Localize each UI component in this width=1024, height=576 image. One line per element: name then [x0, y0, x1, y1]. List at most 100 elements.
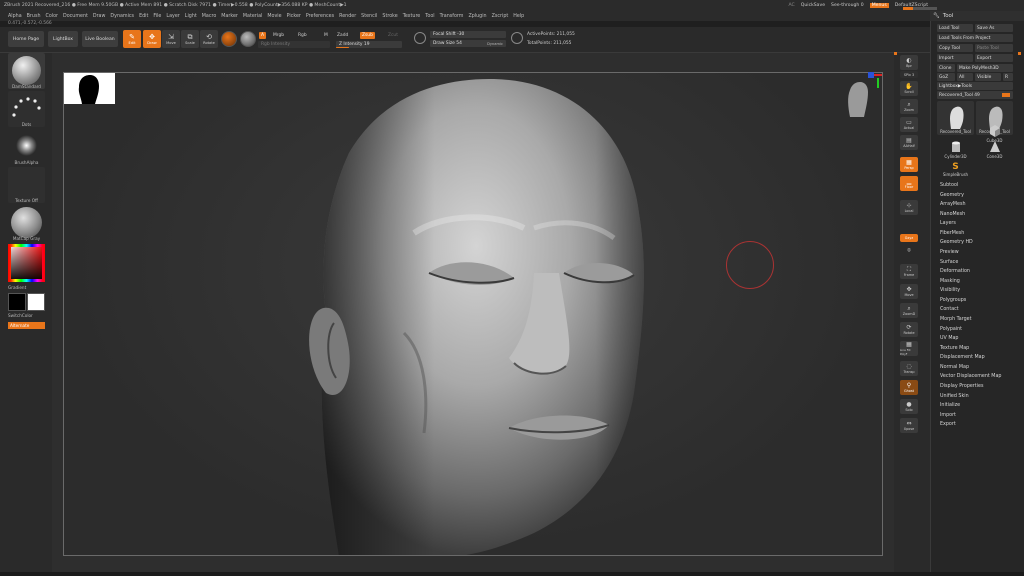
menu-movie[interactable]: Movie [267, 14, 281, 19]
menu-zscript[interactable]: Zscript [492, 14, 509, 19]
quicksave-button[interactable]: QuickSave [801, 3, 825, 8]
color-picker[interactable] [8, 244, 45, 282]
menu-file[interactable]: File [153, 14, 161, 19]
alternate-button[interactable]: Alternate [8, 322, 45, 329]
live-boolean-button[interactable]: Live Boolean [82, 31, 118, 47]
r-button[interactable]: R [1003, 73, 1013, 81]
menu-zplugin[interactable]: Zplugin [468, 14, 486, 19]
subpalette-fibermesh[interactable]: FiberMesh [940, 231, 964, 236]
panel-collapse-marker[interactable] [894, 52, 897, 55]
actual-button[interactable]: ▭ Actual [900, 117, 918, 132]
see-through-label[interactable]: See-through 0 [831, 3, 864, 8]
subpalette-vector-displacement-map[interactable]: Vector Displacement Map [940, 374, 1001, 379]
menu-brush[interactable]: Brush [27, 14, 41, 19]
copy-tool-button[interactable]: Copy Tool [937, 44, 973, 52]
switch-color-button[interactable]: SwitchColor [8, 313, 45, 318]
subpalette-uv-map[interactable]: UV Map [940, 336, 958, 341]
aahalf-button[interactable]: ▤ AAHalf [900, 135, 918, 150]
rotate-mode-button[interactable]: ⟲ Rotate [200, 30, 218, 48]
rgb-intensity-slider[interactable]: Rgb Intensity [258, 41, 330, 48]
spix-button[interactable]: SPix 3 [900, 71, 918, 78]
orientation-gizmo[interactable] [838, 72, 882, 122]
scale-mode-button[interactable]: ⧉ Scale [181, 30, 199, 48]
menu-stroke[interactable]: Stroke [382, 14, 397, 19]
subpalette-arraymesh[interactable]: ArrayMesh [940, 202, 966, 207]
make-polymesh-button[interactable]: Make PolyMesh3D [957, 64, 1013, 72]
z-intensity-slider[interactable]: Z Intensity 19 [336, 41, 402, 48]
subpalette-visibility[interactable]: Visibility [940, 288, 960, 293]
subpalette-subtool[interactable]: Subtool [940, 183, 958, 188]
frame-button[interactable]: ⛶ Frame [900, 264, 918, 279]
secondary-color-swatch[interactable] [27, 293, 45, 311]
visible-button[interactable]: Visible [975, 73, 1001, 81]
menu-preferences[interactable]: Preferences [306, 14, 334, 19]
material-sphere-icon[interactable] [221, 31, 237, 47]
gyro-icon[interactable] [240, 31, 256, 47]
subpalette-deformation[interactable]: Deformation [940, 269, 970, 274]
goz-button[interactable]: GoZ [937, 73, 955, 81]
menu-edit[interactable]: Edit [139, 14, 148, 19]
subpalette-morph-target[interactable]: Morph Target [940, 317, 972, 322]
menu-macro[interactable]: Macro [202, 14, 217, 19]
draw-size-slider[interactable]: Draw Size 54 Dynamic [430, 40, 506, 47]
menu-draw[interactable]: Draw [93, 14, 106, 19]
menu-light[interactable]: Light [185, 14, 197, 19]
ac-label[interactable]: AC [789, 3, 795, 8]
transp-button[interactable]: ◌ Transp [900, 361, 918, 376]
ghost-button[interactable]: ⚲ Ghost [900, 380, 918, 395]
tool-thumb-recovered-tool-1[interactable]: Recovered_Tool [937, 101, 974, 135]
menu-color[interactable]: Color [45, 14, 58, 19]
panel-collapse-marker[interactable] [1018, 52, 1021, 55]
menu-texture[interactable]: Texture [403, 14, 421, 19]
subpalette-surface[interactable]: Surface [940, 260, 958, 265]
menu-marker[interactable]: Marker [221, 14, 238, 19]
subpalette-preview[interactable]: Preview [940, 250, 959, 255]
menu-tool[interactable]: Tool [425, 14, 434, 19]
polyf-button[interactable]: ▦ Line Fill PolyF [900, 341, 918, 356]
subpalette-geometry[interactable]: Geometry [940, 193, 964, 198]
save-as-button[interactable]: Save As [975, 24, 1013, 32]
menu-render[interactable]: Render [339, 14, 356, 19]
menus-button[interactable]: Menus [869, 3, 889, 8]
paste-tool-button[interactable]: Paste Tool [975, 44, 1013, 52]
subpalette-initialize[interactable]: Initialize [940, 403, 960, 408]
rotate-view-button[interactable]: ⟳ Rotate [900, 322, 918, 337]
rgb-toggle[interactable]: Rgb [296, 32, 309, 39]
subpalette-layers[interactable]: Layers [940, 221, 956, 226]
draw-mode-button[interactable]: ✥ Draw [143, 30, 161, 48]
xpose-button[interactable]: ⇔ Xpose [900, 418, 918, 433]
menu-alpha[interactable]: Alpha [8, 14, 22, 19]
menu-layer[interactable]: Layer [166, 14, 179, 19]
floor-button[interactable]: ▁ Floor [900, 176, 918, 191]
zoom-button[interactable]: ⌕ Zoom [900, 99, 918, 114]
current-tool-slider[interactable]: Recovered_Tool 49 [937, 91, 1013, 99]
zcut-toggle[interactable]: Zcut [386, 32, 400, 39]
edit-mode-button[interactable]: ✎ Edit [123, 30, 141, 48]
focal-shift-slider[interactable]: Focal Shift -30 [430, 31, 506, 38]
lightbox-tools-button[interactable]: Lightbox▶Tools [937, 82, 1013, 90]
clone-button[interactable]: Clone [937, 64, 955, 72]
a-toggle[interactable]: A [259, 32, 267, 39]
all-button[interactable]: All [957, 73, 973, 81]
symmetry-button[interactable]: ⌾ [900, 246, 918, 256]
export-tool-button[interactable]: Export [975, 54, 1013, 62]
main-color-swatch[interactable] [8, 293, 26, 311]
menu-material[interactable]: Material [243, 14, 263, 19]
persp-button[interactable]: ▦ Persp [900, 157, 918, 172]
move-mode-button[interactable]: ⇲ Move [162, 30, 180, 48]
zadd-toggle[interactable]: Zadd [335, 32, 350, 39]
menu-transform[interactable]: Transform [440, 14, 464, 19]
solo-button[interactable]: ● Solo [900, 399, 918, 414]
menu-picker[interactable]: Picker [287, 14, 301, 19]
subpalette-nanomesh[interactable]: NanoMesh [940, 212, 965, 217]
subpalette-contact[interactable]: Contact [940, 307, 959, 312]
subpalette-display-properties[interactable]: Display Properties [940, 384, 983, 389]
subpalette-unified-skin[interactable]: Unified Skin [940, 394, 969, 399]
import-tool-button[interactable]: Import [937, 54, 973, 62]
load-tools-from-project-button[interactable]: Load Tools From Project [937, 34, 1013, 42]
subpalette-texture-map[interactable]: Texture Map [940, 346, 969, 351]
move-view-button[interactable]: ✥ Move [900, 284, 918, 299]
dynamic-toggle[interactable]: Dynamic [487, 42, 503, 46]
gxyz-button[interactable]: Gxyz [900, 234, 918, 242]
see-through-slider[interactable] [902, 7, 937, 10]
